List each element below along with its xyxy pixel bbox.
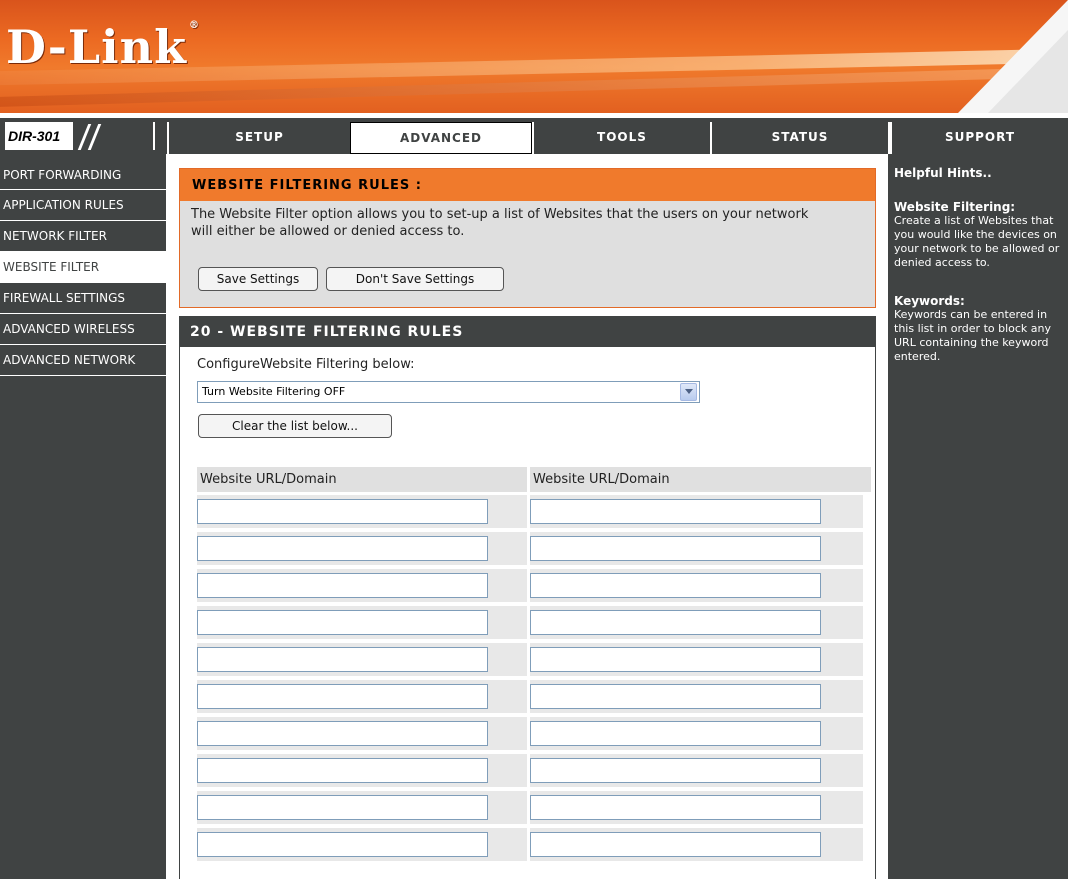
rules-intro-box: WEBSITE FILTERING RULES : The Website Fi… (179, 168, 876, 308)
sidebar-item-network-filter[interactable]: NETWORK FILTER (0, 221, 166, 252)
url-domain-input[interactable] (197, 610, 488, 635)
helpful-hints-panel: Helpful Hints.. Website Filtering: Creat… (886, 154, 1068, 879)
save-settings-button[interactable]: Save Settings (198, 267, 318, 291)
tab-advanced[interactable]: ADVANCED (350, 122, 532, 154)
url-domain-input[interactable] (197, 536, 488, 561)
table-row (197, 529, 871, 566)
url-domain-input[interactable] (197, 758, 488, 783)
url-domain-input[interactable] (197, 499, 488, 524)
url-domain-input[interactable] (530, 758, 821, 783)
slashes-graphic (73, 122, 153, 150)
url-domain-input[interactable] (530, 832, 821, 857)
filtering-mode-value: Turn Website Filtering OFF (202, 385, 346, 398)
rules-intro-description: The Website Filter option allows you to … (191, 207, 809, 239)
url-domain-input[interactable] (530, 721, 821, 746)
hint-heading: Website Filtering: (894, 200, 1016, 214)
sidebar-item-application-rules[interactable]: APPLICATION RULES (0, 190, 166, 221)
table-row (197, 751, 871, 788)
url-domain-input[interactable] (530, 499, 821, 524)
sidebar-item-advanced-wireless[interactable]: ADVANCED WIRELESS (0, 314, 166, 345)
model-cell: DIR-301 (0, 118, 165, 154)
url-domain-input[interactable] (197, 795, 488, 820)
url-domain-input[interactable] (530, 536, 821, 561)
main-content: WEBSITE FILTERING RULES : The Website Fi… (168, 154, 886, 879)
url-domain-input[interactable] (197, 573, 488, 598)
banner-corner-graphic (958, 0, 1068, 113)
url-domain-input[interactable] (197, 647, 488, 672)
url-domain-input[interactable] (530, 795, 821, 820)
header-banner: D-Link ® (0, 0, 1068, 113)
column-header: Website URL/Domain (533, 472, 670, 487)
model-name: DIR-301 (8, 128, 61, 144)
hint-heading: Keywords: (894, 294, 965, 308)
rules-intro-title: WEBSITE FILTERING RULES : (180, 169, 875, 201)
tab-support[interactable]: SUPPORT (888, 122, 1068, 154)
url-domain-input[interactable] (530, 573, 821, 598)
sidebar-item-advanced-network[interactable]: ADVANCED NETWORK (0, 345, 166, 376)
url-domain-input[interactable] (197, 721, 488, 746)
url-domain-input[interactable] (530, 610, 821, 635)
dlink-logo: D-Link ® (6, 20, 200, 74)
url-domain-input[interactable] (530, 647, 821, 672)
filter-list-box: 20 - WEBSITE FILTERING RULES ConfigureWe… (179, 316, 876, 879)
filter-list-title: 20 - WEBSITE FILTERING RULES (180, 317, 875, 347)
chevron-down-icon[interactable] (680, 383, 697, 401)
sidebar-item-website-filter[interactable]: WEBSITE FILTER (0, 252, 166, 283)
hints-title: Helpful Hints.. (894, 166, 992, 180)
configure-label: ConfigureWebsite Filtering below: (197, 357, 415, 372)
table-row (197, 677, 871, 714)
hint-text: Keywords can be entered in this list in … (894, 308, 1052, 363)
sidebar: PORT FORWARDING APPLICATION RULES NETWOR… (0, 154, 166, 879)
tab-tools[interactable]: TOOLS (532, 122, 710, 154)
table-row (197, 492, 871, 529)
hint-text: Create a list of Websites that you would… (894, 214, 1060, 269)
sidebar-item-port-forwarding[interactable]: PORT FORWARDING (0, 154, 166, 190)
sidebar-item-firewall-settings[interactable]: FIREWALL SETTINGS (0, 283, 166, 314)
url-table-header: Website URL/Domain Website URL/Domain (197, 467, 871, 492)
dont-save-settings-button[interactable]: Don't Save Settings (326, 267, 504, 291)
column-header: Website URL/Domain (200, 472, 337, 487)
table-row (197, 566, 871, 603)
table-row (197, 603, 871, 640)
tab-setup[interactable]: SETUP (167, 122, 350, 154)
filtering-mode-select[interactable]: Turn Website Filtering OFF (197, 381, 700, 403)
url-domain-input[interactable] (530, 684, 821, 709)
table-row (197, 825, 871, 862)
url-domain-input[interactable] (197, 684, 488, 709)
url-domain-input[interactable] (197, 832, 488, 857)
url-table: Website URL/Domain Website URL/Domain (197, 467, 871, 862)
tab-status[interactable]: STATUS (710, 122, 888, 154)
clear-list-button[interactable]: Clear the list below... (198, 414, 392, 438)
table-row (197, 640, 871, 677)
table-row (197, 788, 871, 825)
table-row (197, 714, 871, 751)
top-nav: DIR-301 SETUP ADVANCED TOOLS STATUS SUPP… (0, 118, 1068, 154)
